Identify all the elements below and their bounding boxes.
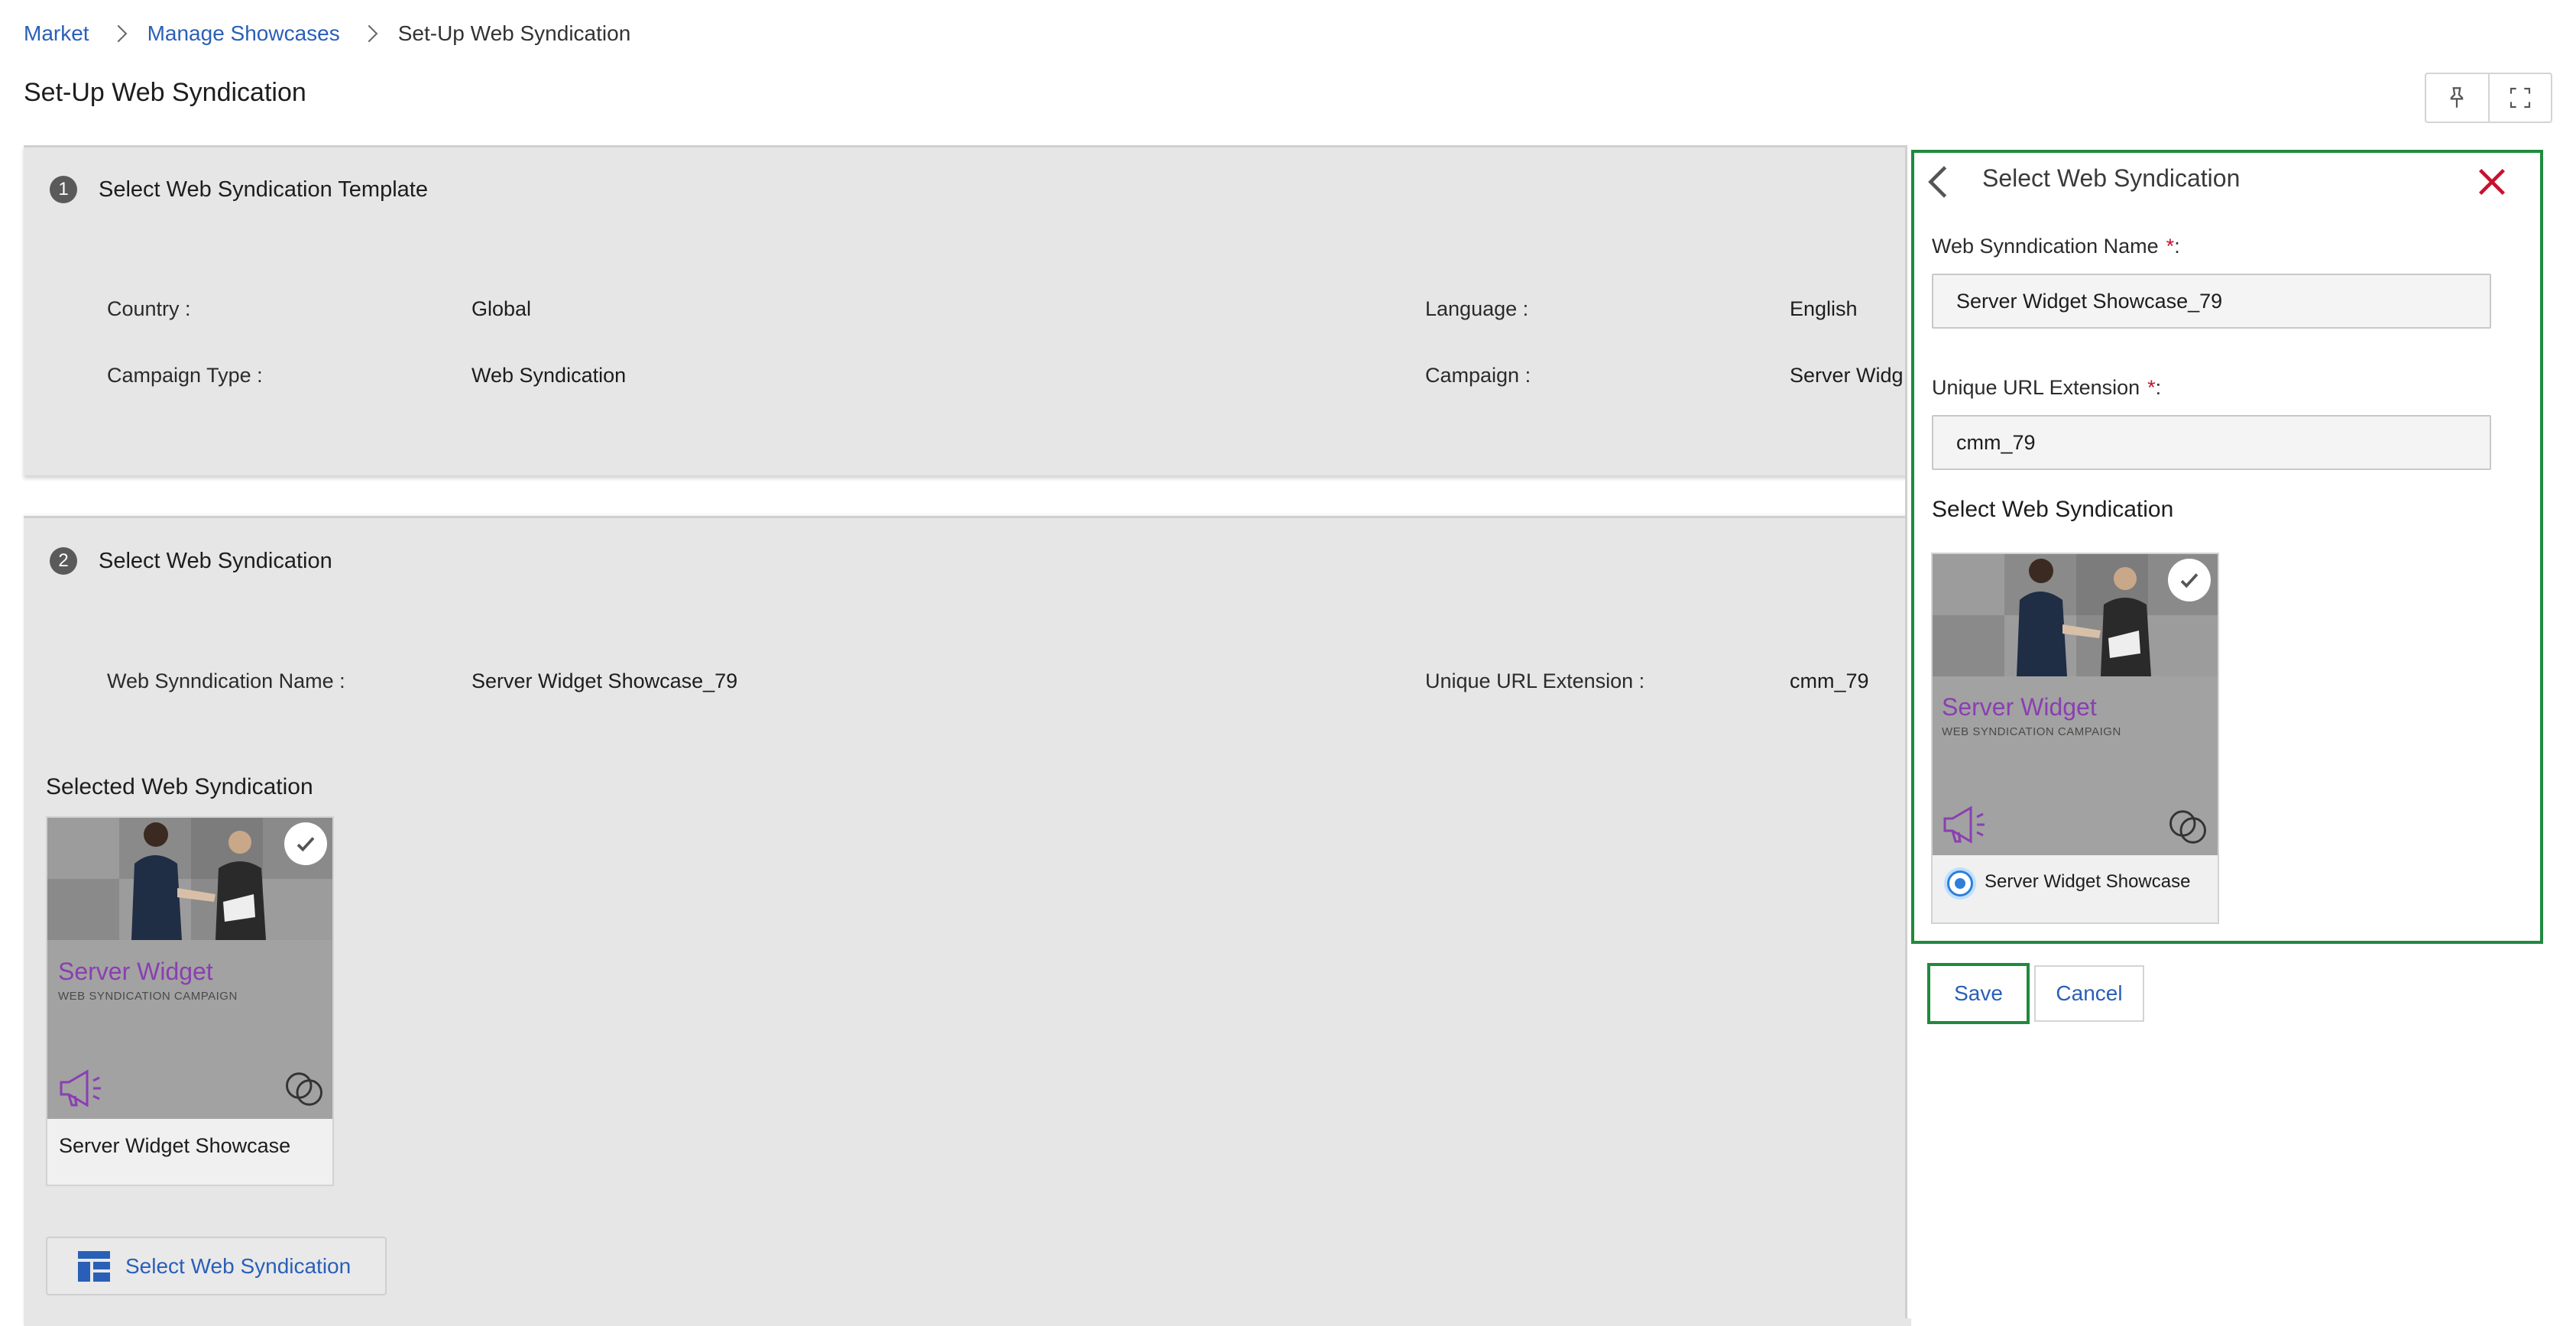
- selected-syndication-card: Server Widget WEB SYNDICATION CAMPAIGN S…: [46, 816, 334, 1186]
- language-value: English: [1790, 297, 1858, 320]
- campaign-type-label: Campaign Type :: [107, 364, 263, 387]
- chevron-right-icon: [103, 20, 134, 47]
- link-rings-icon: [2169, 810, 2206, 844]
- fullscreen-button[interactable]: [2487, 74, 2552, 122]
- thumbnail-subtitle: WEB SYNDICATION CAMPAIGN: [58, 990, 238, 1003]
- step2-card: 2 Select Web Syndication Web Synndicatio…: [24, 516, 1911, 1326]
- campaign-value: Server Widg: [1790, 364, 1904, 387]
- step1-header: 1 Select Web Syndication Template: [50, 176, 428, 203]
- breadcrumb-manage-showcases-link[interactable]: Manage Showcases: [147, 21, 340, 46]
- pin-button[interactable]: [2426, 74, 2488, 122]
- layout-icon: [78, 1250, 110, 1282]
- checkmark-icon: [296, 837, 315, 852]
- pin-icon: [2451, 87, 2464, 108]
- campaign-type-value: Web Syndication: [471, 364, 627, 387]
- page-toolbar: [2425, 73, 2552, 123]
- thumbnail-subtitle: WEB SYNDICATION CAMPAIGN: [1942, 725, 2121, 738]
- breadcrumb-market-link[interactable]: Market: [24, 21, 89, 46]
- syndication-option-label: Server Widget Showcase: [1985, 871, 2191, 892]
- language-label: Language :: [1425, 297, 1529, 320]
- syndication-name-value: Server Widget Showcase_79: [471, 669, 738, 692]
- checkmark-icon: [2180, 573, 2199, 588]
- save-button[interactable]: Save: [1927, 963, 2030, 1024]
- url-extension-label: Unique URL Extension :: [1425, 669, 1645, 692]
- country-label: Country :: [107, 297, 191, 320]
- step2-header: 2 Select Web Syndication: [50, 547, 332, 575]
- panel-name-label: Web Synndication Name *:: [1932, 235, 2180, 258]
- country-value: Global: [471, 297, 532, 320]
- syndication-name-input[interactable]: Server Widget Showcase_79: [1932, 274, 2491, 329]
- selected-check-badge: [2168, 559, 2211, 601]
- close-icon[interactable]: [2474, 164, 2510, 199]
- breadcrumb-current: Set-Up Web Syndication: [397, 21, 631, 45]
- panel-url-label: Unique URL Extension *:: [1932, 376, 2162, 399]
- thumbnail-name: Server Widget: [1942, 693, 2097, 721]
- breadcrumb: Market Manage Showcases Set-Up Web Syndi…: [24, 20, 630, 47]
- thumbnail-caption: Server Widget Showcase: [59, 1134, 291, 1157]
- megaphone-icon: [1943, 806, 1985, 844]
- url-extension-input[interactable]: cmm_79: [1932, 415, 2491, 470]
- thumbnail-name: Server Widget: [58, 958, 213, 985]
- panel-title: Select Web Syndication: [1982, 164, 2241, 192]
- select-syndication-panel: Select Web Syndication Web Synndication …: [1905, 145, 2576, 1318]
- step2-title: Select Web Syndication: [99, 548, 332, 573]
- syndication-option-card[interactable]: Server Widget WEB SYNDICATION CAMPAIGN S…: [1931, 553, 2219, 924]
- handshake-image: [2017, 559, 2151, 676]
- link-rings-icon: [286, 1072, 322, 1106]
- selected-check-badge: [284, 822, 327, 865]
- step1-card: 1 Select Web Syndication Template Countr…: [24, 145, 1911, 475]
- cancel-button[interactable]: Cancel: [2034, 965, 2144, 1022]
- syndication-name-label: Web Synndication Name :: [107, 669, 345, 692]
- select-web-syndication-label: Select Web Syndication: [125, 1253, 352, 1278]
- step1-number: 1: [50, 176, 77, 203]
- step1-title: Select Web Syndication Template: [99, 177, 428, 202]
- megaphone-icon: [60, 1069, 101, 1107]
- syndication-option-radio[interactable]: [1947, 870, 1973, 896]
- expand-icon: [2510, 87, 2530, 109]
- url-extension-value: cmm_79: [1790, 669, 1869, 692]
- handshake-image: [131, 822, 266, 940]
- back-arrow-icon[interactable]: [1923, 164, 1953, 199]
- selected-syndication-title: Selected Web Syndication: [46, 774, 313, 799]
- panel-section-title: Select Web Syndication: [1932, 497, 2174, 522]
- campaign-label: Campaign :: [1425, 364, 1531, 387]
- step2-number: 2: [50, 547, 77, 575]
- page-title: Set-Up Web Syndication: [24, 78, 306, 107]
- select-web-syndication-button[interactable]: Select Web Syndication: [46, 1237, 387, 1295]
- chevron-right-icon: [354, 20, 384, 47]
